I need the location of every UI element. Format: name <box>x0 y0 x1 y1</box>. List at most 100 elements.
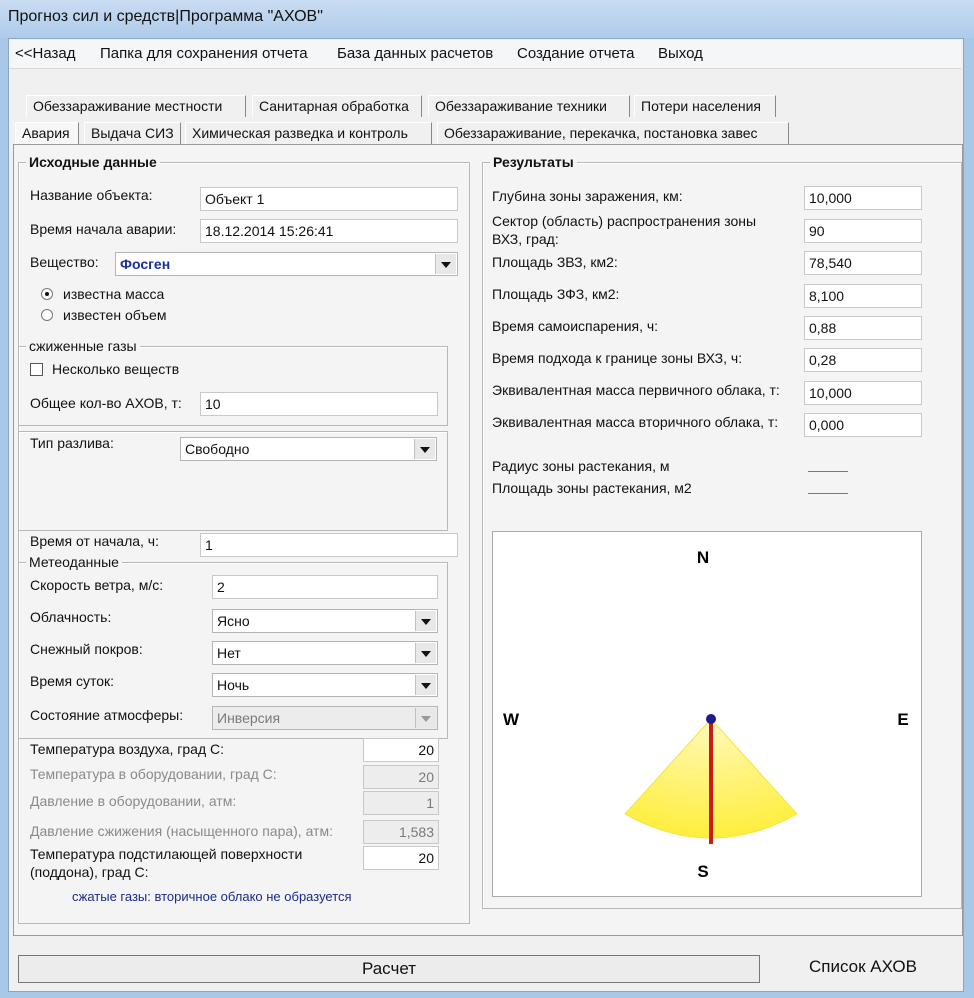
compass-south: S <box>697 862 708 881</box>
compass-north: N <box>697 548 709 567</box>
spread-radius-value-line <box>808 471 848 472</box>
tab-population-losses[interactable]: Потери населения <box>634 95 776 117</box>
chevron-down-icon <box>415 643 436 663</box>
sector-label-line1: Сектор (область) распространения зоны <box>492 213 757 229</box>
accident-source-point <box>706 714 716 724</box>
compass-east: E <box>897 710 908 729</box>
radio-mass-known[interactable] <box>41 288 53 300</box>
liquefaction-pressure-field[interactable]: 1,583 <box>363 820 439 844</box>
tab-decontamination-curtains[interactable]: Обеззараживание, перекачка, постановка з… <box>437 122 789 144</box>
liquefied-gases-legend: сжиженные газы <box>26 338 140 354</box>
spill-type-label: Тип разлива: <box>30 435 114 451</box>
evaporation-time-label: Время самоиспарения, ч: <box>492 318 659 334</box>
menu-back[interactable]: <<Назад <box>15 45 76 62</box>
chevron-down-icon <box>415 611 436 631</box>
spill-type-select[interactable]: Свободно <box>180 437 437 461</box>
tab-sanitary-treatment[interactable]: Санитарная обработка <box>252 95 422 117</box>
substance-select[interactable]: Фосген <box>115 252 458 276</box>
cloudiness-select[interactable]: Ясно <box>212 609 438 633</box>
daytime-label: Время суток: <box>30 673 115 689</box>
several-substances-label: Несколько веществ <box>52 361 180 377</box>
surface-temp-field[interactable]: 20 <box>363 846 439 870</box>
ahov-list-button[interactable]: Список АХОВ <box>768 954 958 982</box>
equip-pressure-field[interactable]: 1 <box>363 791 439 815</box>
surface-temp-label-line1: Температура подстилающей поверхности <box>30 846 303 862</box>
window-title: Прогноз сил и средств|Программа "АХОВ" <box>8 8 323 25</box>
equip-temp-field[interactable]: 20 <box>363 765 439 789</box>
spread-area-label: Площадь зоны растекания, м2 <box>492 480 692 496</box>
zone-depth-label: Глубина зоны заражения, км: <box>492 188 683 204</box>
object-name-field[interactable]: Объект 1 <box>200 187 458 211</box>
radio-mass-known-label: известна масса <box>63 286 165 302</box>
tab-accident[interactable]: Авария <box>15 122 79 144</box>
zfz-area-label: Площадь ЗФЗ, км2: <box>492 286 620 302</box>
snow-cover-label: Снежный покров: <box>30 641 143 657</box>
tab-terrain-decontamination[interactable]: Обеззараживание местности <box>26 95 246 117</box>
substance-label: Вещество: <box>30 254 99 270</box>
menu-bar: <<Назад Папка для сохранения отчета База… <box>9 40 961 69</box>
spread-area-value-line <box>808 493 848 494</box>
tab-chemical-reconnaissance[interactable]: Химическая разведка и контроль <box>185 122 432 144</box>
snow-cover-value: Нет <box>217 645 241 661</box>
menu-exit[interactable]: Выход <box>658 45 703 62</box>
chevron-down-icon <box>414 439 435 459</box>
spread-radius-label: Радиус зоны растекания, м <box>492 458 670 474</box>
approach-time-field[interactable]: 0,28 <box>804 348 922 372</box>
start-time-field[interactable]: 18.12.2014 15:26:41 <box>200 219 458 243</box>
time-from-start-field[interactable]: 1 <box>200 533 458 557</box>
spill-type-value: Свободно <box>185 441 250 457</box>
equip-temp-label: Температура в оборудовании, град С: <box>30 766 277 782</box>
daytime-value: Ночь <box>217 677 250 693</box>
meteo-legend: Метеоданные <box>26 554 122 570</box>
start-time-label: Время начала аварии: <box>30 221 177 237</box>
chevron-down-icon <box>415 675 436 695</box>
eq-mass-secondary-field[interactable]: 0,000 <box>804 413 922 437</box>
sector-label-line2: ВХЗ, град: <box>492 231 559 247</box>
zfz-area-field[interactable]: 8,100 <box>804 284 922 308</box>
results-legend: Результаты <box>490 154 577 170</box>
equip-pressure-label: Давление в оборудовании, атм: <box>30 793 237 809</box>
object-name-label: Название объекта: <box>30 187 153 203</box>
time-from-start-label: Время от начала, ч: <box>30 533 159 549</box>
surface-temp-label-line2: (поддона), град С: <box>30 864 149 880</box>
cloudiness-value: Ясно <box>217 613 250 629</box>
menu-report-folder[interactable]: Папка для сохранения отчета <box>100 45 308 62</box>
window-title-bar: Прогноз сил и средств|Программа "АХОВ" <box>0 0 974 38</box>
eq-mass-primary-field[interactable]: 10,000 <box>804 381 922 405</box>
sector-field[interactable]: 90 <box>804 219 922 243</box>
compass-west: W <box>503 710 520 729</box>
evaporation-time-field[interactable]: 0,88 <box>804 316 922 340</box>
zvz-area-label: Площадь ЗВЗ, км2: <box>492 254 618 270</box>
tab-ppe-issue[interactable]: Выдача СИЗ <box>84 122 181 144</box>
total-ahov-field[interactable]: 10 <box>200 392 438 416</box>
eq-mass-secondary-label: Эквивалентная масса вторичного облака, т… <box>492 414 779 430</box>
initial-data-legend: Исходные данные <box>26 154 160 170</box>
wind-speed-field[interactable]: 2 <box>212 575 438 599</box>
liquefaction-pressure-label: Давление сжижения (насыщенного пара), ат… <box>30 823 333 839</box>
tab-equipment-decontamination[interactable]: Обеззараживание техники <box>428 95 630 117</box>
zone-depth-field[interactable]: 10,000 <box>804 186 922 210</box>
total-ahov-label: Общее кол-во АХОВ, т: <box>30 395 182 411</box>
cloudiness-label: Облачность: <box>30 609 112 625</box>
air-temp-field[interactable]: 20 <box>363 738 439 762</box>
chevron-down-icon <box>435 254 456 274</box>
menu-calc-database[interactable]: База данных расчетов <box>337 45 493 62</box>
zvz-area-field[interactable]: 78,540 <box>804 251 922 275</box>
daytime-select[interactable]: Ночь <box>212 673 438 697</box>
secondary-cloud-note: сжатые газы: вторичное облако не образуе… <box>72 889 352 904</box>
zone-map-canvas: N S W E <box>492 531 922 897</box>
atmosphere-value: Инверсия <box>217 710 281 726</box>
substance-value: Фосген <box>120 256 171 272</box>
calculate-button[interactable]: Расчет <box>18 955 760 983</box>
radio-volume-known[interactable] <box>41 309 53 321</box>
snow-cover-select[interactable]: Нет <box>212 641 438 665</box>
air-temp-label: Температура воздуха, град С: <box>30 741 225 757</box>
several-substances-checkbox[interactable] <box>30 363 43 376</box>
eq-mass-primary-label: Эквивалентная масса первичного облака, т… <box>492 382 780 398</box>
menu-create-report[interactable]: Создание отчета <box>517 45 634 62</box>
atmosphere-select[interactable]: Инверсия <box>212 706 438 730</box>
atmosphere-label: Состояние атмосферы: <box>30 707 184 723</box>
chevron-down-icon <box>415 708 436 728</box>
approach-time-label: Время подхода к границе зоны ВХЗ, ч: <box>492 350 743 366</box>
wind-speed-label: Скорость ветра, м/с: <box>30 577 164 593</box>
